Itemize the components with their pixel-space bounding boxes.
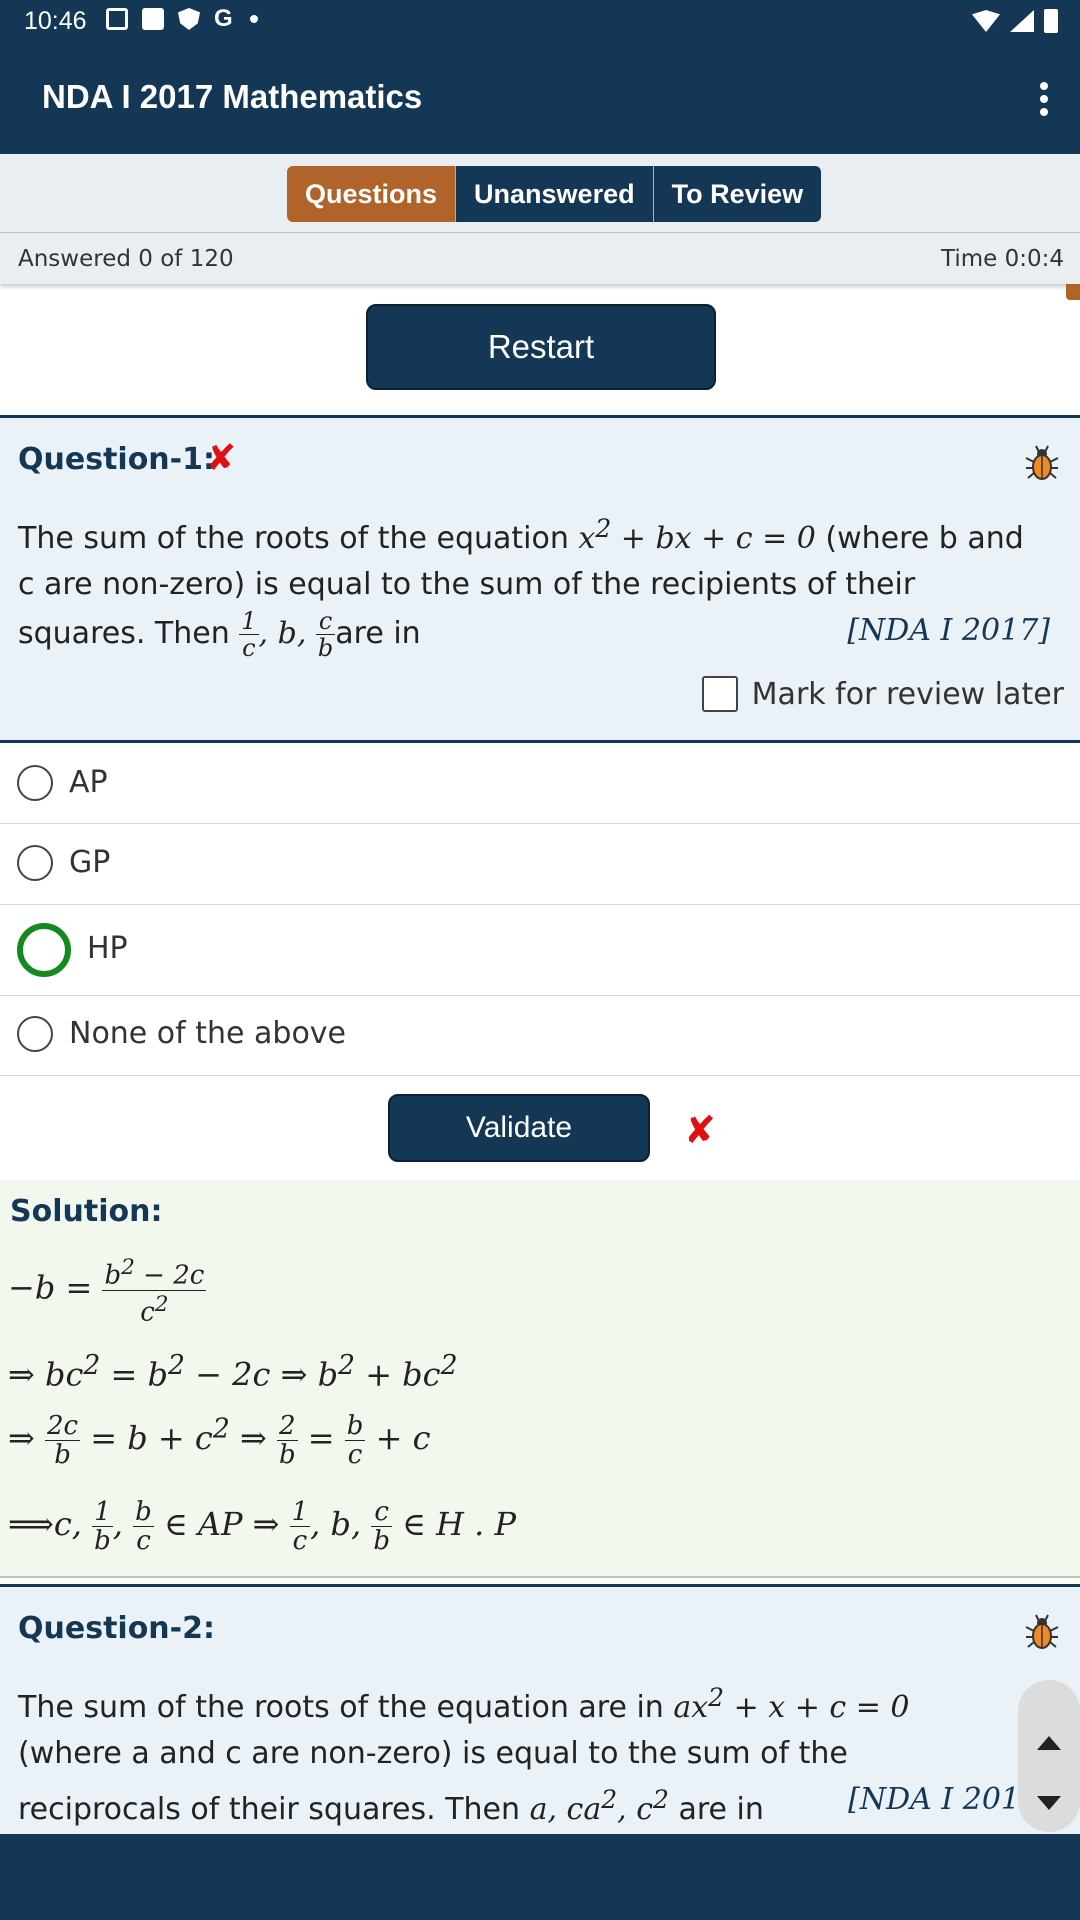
tab-questions[interactable]: Questions xyxy=(287,166,457,222)
wifi-icon xyxy=(972,10,1000,32)
question-title: Question-1: xyxy=(18,442,215,477)
validate-button[interactable]: Validate xyxy=(388,1094,650,1162)
more-options-icon[interactable] xyxy=(1038,82,1050,118)
google-icon: G xyxy=(214,5,233,32)
a-icon xyxy=(142,8,164,30)
tabs-area: Questions Unanswered To Review xyxy=(0,154,1080,232)
tab-unanswered[interactable]: Unanswered xyxy=(456,166,654,222)
solution-title: Solution: xyxy=(10,1194,163,1229)
option-gp[interactable]: GP xyxy=(0,824,1080,905)
review-checkbox[interactable] xyxy=(701,676,738,712)
report-bug-icon[interactable] xyxy=(1022,1611,1062,1651)
image-icon xyxy=(106,8,128,30)
scroll-down-icon[interactable] xyxy=(1037,1796,1061,1810)
option-radio[interactable] xyxy=(17,765,53,801)
status-bar: 10:46 G xyxy=(0,0,1080,42)
question-title: Question-2: xyxy=(18,1611,215,1646)
progress-bar: Answered 0 of 120 Time 0:0:4 xyxy=(0,232,1080,284)
question-2-block: Question-2: The sum of the roots of the … xyxy=(0,1584,1080,1834)
question-source: [NDA I 2017] xyxy=(847,613,1050,648)
option-hp[interactable]: HP xyxy=(0,905,1080,996)
tab-bar: Questions Unanswered To Review xyxy=(287,166,822,222)
shield-icon xyxy=(178,8,200,30)
tab-to-review[interactable]: To Review xyxy=(653,166,822,222)
side-handle[interactable] xyxy=(1066,284,1080,300)
report-bug-icon[interactable] xyxy=(1022,442,1062,482)
option-label: None of the above xyxy=(69,1016,347,1051)
battery-icon xyxy=(1044,9,1058,33)
bottom-bar xyxy=(0,1834,1080,1920)
option-none[interactable]: None of the above xyxy=(0,996,1080,1076)
notification-icons: G xyxy=(106,5,258,32)
status-time: 10:46 xyxy=(24,7,87,35)
signal-icon xyxy=(1010,10,1034,32)
option-radio-selected[interactable] xyxy=(17,923,71,977)
solution-panel: Solution: −b = b2 − 2c c2 ⇒ bc2 = b2 − 2c… xyxy=(0,1180,1080,1578)
solution-step-3: ⇒ 2c b = b + c2 ⇒ 2b = bc + c xyxy=(8,1411,431,1470)
solution-step-4: ⟹c, 1b, bc ∈ AP ⇒ 1c, b, cb ∈ H . P xyxy=(8,1497,516,1556)
app-bar: NDA I 2017 Mathematics xyxy=(0,42,1080,154)
equation: ax2 + x + c = 0 xyxy=(673,1683,910,1725)
equation: x2 + bx + c = 0 xyxy=(578,514,816,556)
wrong-answer-icon: ✘ xyxy=(684,1108,716,1152)
option-label: GP xyxy=(69,845,111,880)
review-label: Mark for review later xyxy=(751,676,1064,712)
solution-step-1: −b = b2 − 2c c2 xyxy=(8,1255,207,1328)
solution-step-2: ⇒ bc2 = b2 − 2c ⇒ b2 + bc2 xyxy=(8,1350,458,1394)
scroll-up-icon[interactable] xyxy=(1037,1736,1061,1750)
more-notifications-dot-icon xyxy=(250,15,258,23)
option-radio[interactable] xyxy=(17,1016,53,1052)
option-radio[interactable] xyxy=(17,845,53,881)
mark-for-review[interactable]: Mark for review later xyxy=(701,676,1064,712)
system-icons xyxy=(972,9,1058,33)
option-label: AP xyxy=(69,765,108,800)
option-ap[interactable]: AP xyxy=(0,745,1080,824)
restart-button[interactable]: Restart xyxy=(366,304,716,390)
option-label: HP xyxy=(87,931,128,966)
question-1-block: Question-1: ✘ The sum of the roots of th… xyxy=(0,415,1080,743)
wrong-answer-icon: ✘ xyxy=(206,438,237,479)
question-source: [NDA I 201 xyxy=(848,1782,1020,1817)
answered-count: Answered 0 of 120 xyxy=(18,246,234,272)
scroll-control xyxy=(1018,1680,1080,1832)
timer: Time 0:0:4 xyxy=(941,246,1064,272)
app-title: NDA I 2017 Mathematics xyxy=(42,78,423,115)
